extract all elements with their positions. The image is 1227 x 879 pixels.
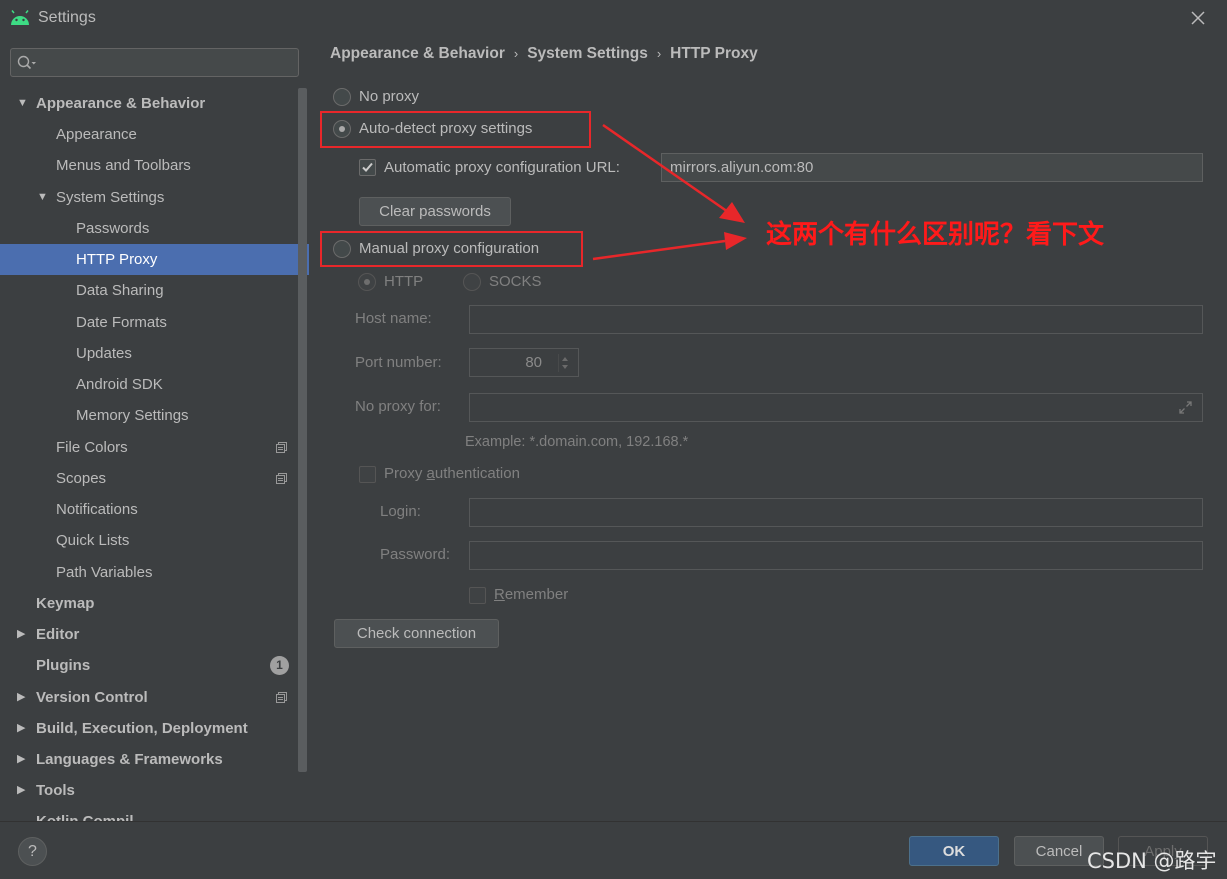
tree-item-date-formats[interactable]: Date Formats xyxy=(0,307,309,338)
tree-item-file-colors[interactable]: File Colors xyxy=(0,432,309,463)
expand-field-icon[interactable] xyxy=(1178,400,1193,415)
host-name-input[interactable] xyxy=(469,305,1203,334)
remember-label: Remember xyxy=(494,586,569,603)
tree-item-scopes[interactable]: Scopes xyxy=(0,463,309,494)
title-bar: Settings xyxy=(0,0,1227,36)
plugins-update-badge: 1 xyxy=(270,656,289,675)
expand-arrow-icon[interactable]: ▶ xyxy=(17,682,25,713)
tree-item-menus-toolbars[interactable]: Menus and Toolbars xyxy=(0,150,309,181)
port-number-label: Port number: xyxy=(355,354,442,371)
tree-item-passwords[interactable]: Passwords xyxy=(0,213,309,244)
tree-item-memory-settings[interactable]: Memory Settings xyxy=(0,400,309,431)
annotation-text: 这两个有什么区别呢？看下文 xyxy=(766,220,1105,250)
http-label: HTTP xyxy=(384,273,424,290)
no-proxy-example: Example: *.domain.com, 192.168.* xyxy=(465,434,689,450)
dialog-footer: ? OK Cancel Apply CSDN @路宇 xyxy=(0,821,1227,879)
no-proxy-for-input[interactable] xyxy=(469,393,1203,422)
android-icon xyxy=(11,10,29,25)
expand-arrow-icon[interactable]: ▶ xyxy=(17,744,25,775)
tree-item-editor[interactable]: ▶ Editor xyxy=(0,619,309,650)
help-button[interactable]: ? xyxy=(18,837,47,866)
clear-passwords-button[interactable]: Clear passwords xyxy=(359,197,511,226)
breadcrumb-system-settings[interactable]: System Settings xyxy=(527,45,648,62)
annotation-arrows xyxy=(592,123,747,261)
tree-item-android-sdk[interactable]: Android SDK xyxy=(0,369,309,400)
ok-button[interactable]: OK xyxy=(909,836,999,866)
tree-item-updates[interactable]: Updates xyxy=(0,338,309,369)
checkmark-icon xyxy=(362,162,373,172)
collapse-arrow-icon[interactable]: ▼ xyxy=(17,88,28,119)
tree-item-kotlin-compiler[interactable]: Kotlin Compil... xyxy=(0,806,309,821)
tree-item-appearance-behavior[interactable]: ▼ Appearance & Behavior xyxy=(0,88,309,119)
tree-item-notifications[interactable]: Notifications xyxy=(0,494,309,525)
tree-item-build-execution-deployment[interactable]: ▶ Build, Execution, Deployment xyxy=(0,713,309,744)
check-connection-button[interactable]: Check connection xyxy=(334,619,499,648)
port-number-stepper[interactable]: 80 xyxy=(469,348,579,377)
search-icon xyxy=(17,55,36,70)
remember-checkbox[interactable] xyxy=(469,587,486,604)
expand-arrow-icon[interactable]: ▶ xyxy=(17,713,25,744)
expand-arrow-icon[interactable]: ▶ xyxy=(17,775,25,806)
tree-item-languages-frameworks[interactable]: ▶ Languages & Frameworks xyxy=(0,744,309,775)
tree-item-system-settings[interactable]: ▼ System Settings xyxy=(0,182,309,213)
project-scope-icon xyxy=(276,692,287,703)
password-input[interactable] xyxy=(469,541,1203,570)
port-number-value: 80 xyxy=(525,354,542,371)
breadcrumb-appearance-behavior[interactable]: Appearance & Behavior xyxy=(330,45,505,62)
project-scope-icon xyxy=(276,473,287,484)
no-proxy-for-label: No proxy for: xyxy=(355,398,441,415)
window-title: Settings xyxy=(38,9,96,26)
sidebar-scrollbar[interactable] xyxy=(298,88,307,772)
settings-sidebar: ▼ Appearance & Behavior Appearance Menus… xyxy=(0,36,309,821)
tree-item-tools[interactable]: ▶ Tools xyxy=(0,775,309,806)
no-proxy-label: No proxy xyxy=(359,88,420,105)
expand-arrow-icon[interactable]: ▶ xyxy=(17,619,25,650)
socks-radio[interactable] xyxy=(463,273,481,291)
highlight-auto-detect xyxy=(320,111,591,148)
collapse-arrow-icon[interactable]: ▼ xyxy=(37,182,48,213)
settings-search[interactable] xyxy=(10,48,299,77)
proxy-auth-label: Proxy authentication xyxy=(384,465,520,482)
breadcrumb: Appearance & Behavior › System Settings › HT… xyxy=(330,45,758,62)
project-scope-icon xyxy=(276,442,287,453)
http-radio[interactable] xyxy=(358,273,376,291)
tree-item-plugins[interactable]: Plugins 1 xyxy=(0,650,309,681)
stepper-arrows-icon[interactable] xyxy=(558,354,572,372)
tree-item-data-sharing[interactable]: Data Sharing xyxy=(0,275,309,306)
no-proxy-radio[interactable] xyxy=(333,88,351,106)
csdn-watermark: CSDN @路宇 xyxy=(1087,849,1217,873)
tree-item-keymap[interactable]: Keymap xyxy=(0,588,309,619)
password-label: Password: xyxy=(380,546,451,563)
tree-item-path-variables[interactable]: Path Variables xyxy=(0,557,309,588)
tree-item-version-control[interactable]: ▶ Version Control xyxy=(0,682,309,713)
tree-item-quick-lists[interactable]: Quick Lists xyxy=(0,525,309,556)
auto-config-url-checkbox[interactable] xyxy=(359,159,376,176)
socks-label: SOCKS xyxy=(489,273,542,290)
search-input[interactable] xyxy=(41,52,291,73)
proxy-auth-checkbox[interactable] xyxy=(359,466,376,483)
tree-item-http-proxy[interactable]: HTTP Proxy xyxy=(0,244,309,275)
close-icon[interactable] xyxy=(1188,8,1208,28)
login-input[interactable] xyxy=(469,498,1203,527)
tree-item-appearance[interactable]: Appearance xyxy=(0,119,309,150)
breadcrumb-http-proxy: HTTP Proxy xyxy=(670,45,758,62)
login-label: Login: xyxy=(380,503,421,520)
host-name-label: Host name: xyxy=(355,310,432,327)
highlight-manual-proxy xyxy=(320,231,583,267)
